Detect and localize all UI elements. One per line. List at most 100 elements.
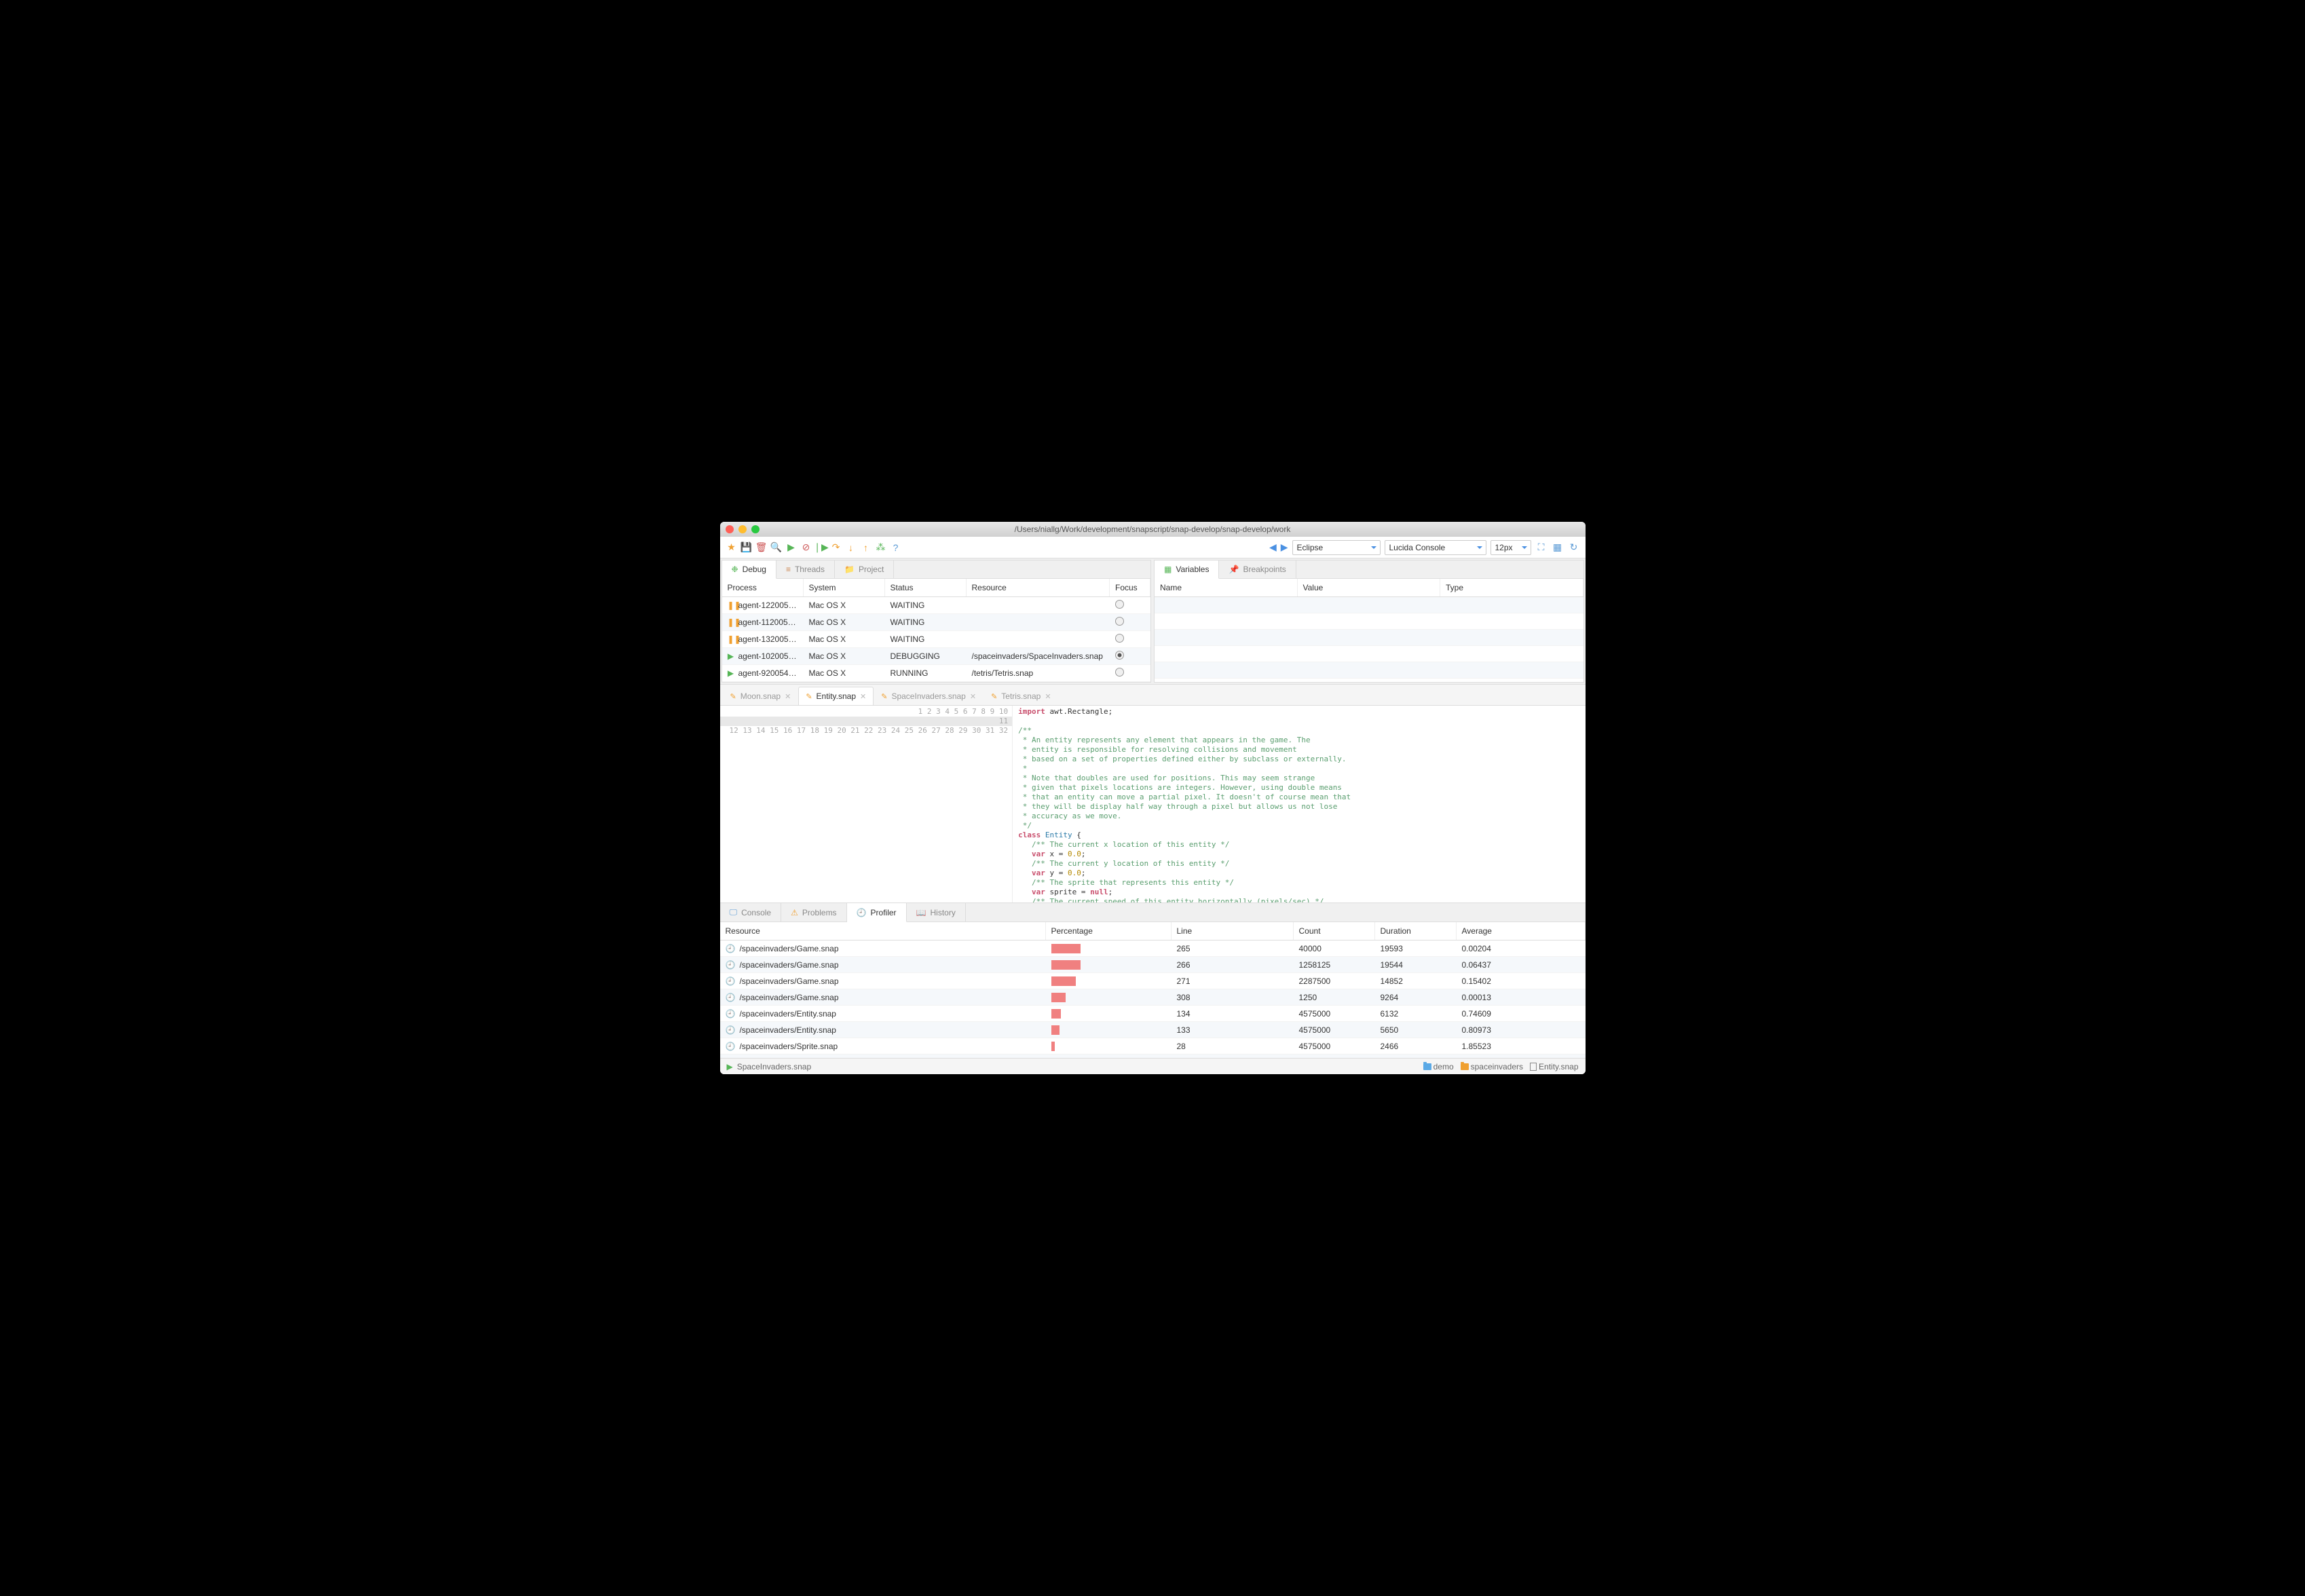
- tab-variables[interactable]: ▦Variables: [1155, 560, 1219, 579]
- status-bar: ▶ SpaceInvaders.snap demo spaceinvaders En…: [720, 1058, 1586, 1074]
- help-icon[interactable]: ?: [890, 542, 902, 554]
- percentage-bar: [1051, 1009, 1061, 1019]
- clock-icon: 🕘: [857, 908, 867, 917]
- tab-history[interactable]: 📖History: [907, 903, 966, 922]
- close-tab-icon[interactable]: ✕: [970, 692, 976, 701]
- profiler-row[interactable]: 🕘/spaceinvaders/Sprite.snap2845750002466…: [720, 1038, 1586, 1054]
- run-status-icon: ▶: [727, 1062, 733, 1071]
- process-row[interactable]: ❚❚agent-1220054427Mac OS XWAITING: [722, 597, 1151, 614]
- step-out-icon[interactable]: ↑: [860, 542, 872, 554]
- close-tab-icon[interactable]: ✕: [785, 692, 791, 701]
- col-name[interactable]: Name: [1155, 579, 1298, 596]
- col-type[interactable]: Type: [1440, 579, 1583, 596]
- window-title: /Users/niallg/Work/development/snapscrip…: [720, 525, 1586, 534]
- console-icon: 🖵: [730, 907, 738, 917]
- search-icon[interactable]: 🔍: [770, 542, 783, 554]
- focus-radio[interactable]: [1115, 600, 1124, 609]
- close-tab-icon[interactable]: ✕: [1045, 692, 1051, 701]
- profiler-row[interactable]: 🕘/spaceinvaders/Game.snap29962523730.000…: [720, 1054, 1586, 1058]
- next-arrow-icon[interactable]: ▶: [1281, 542, 1288, 553]
- delete-icon[interactable]: 🗑: [755, 542, 768, 554]
- profiler-row[interactable]: 🕘/spaceinvaders/Entity.snap1344575000613…: [720, 1006, 1586, 1022]
- code-area[interactable]: import awt.Rectangle; /** * An entity re…: [1013, 706, 1585, 902]
- warning-icon: ⚠: [791, 908, 798, 917]
- resume-icon[interactable]: ❘▶: [815, 542, 827, 554]
- focus-radio[interactable]: [1115, 668, 1124, 677]
- tab-problems[interactable]: ⚠Problems: [781, 903, 846, 922]
- main-toolbar: ★ 💾 🗑 🔍 ▶ ⊘ ❘▶ ↷ ↓ ↑ ⁂ ? ◀ ▶ Eclipse Luc…: [720, 537, 1586, 558]
- save-icon[interactable]: 💾: [741, 542, 753, 554]
- tab-project[interactable]: 📁Project: [835, 560, 894, 578]
- refresh-icon[interactable]: ↻: [1568, 542, 1580, 554]
- tab-profiler[interactable]: 🕘Profiler: [847, 903, 907, 922]
- percentage-bar: [1051, 960, 1081, 970]
- theme-select[interactable]: Eclipse: [1292, 540, 1381, 555]
- titlebar: /Users/niallg/Work/development/snapscrip…: [720, 522, 1586, 537]
- focus-radio[interactable]: [1115, 651, 1124, 660]
- table-row: [1155, 662, 1583, 679]
- editor-tabs: ✎Moon.snap✕✎Entity.snap✕✎SpaceInvaders.s…: [720, 684, 1586, 706]
- evaluate-icon[interactable]: ⁂: [875, 542, 887, 554]
- profiler-row[interactable]: 🕘/spaceinvaders/Game.snap308125092640.00…: [720, 989, 1586, 1006]
- clock-icon: 🕘: [726, 993, 736, 1002]
- expand-icon[interactable]: ⛶: [1535, 542, 1548, 554]
- col-value[interactable]: Value: [1298, 579, 1441, 596]
- process-row[interactable]: ❚❚agent-1120054325Mac OS XWAITING: [722, 614, 1151, 631]
- col-status[interactable]: Status: [885, 579, 967, 596]
- col-p-percentage[interactable]: Percentage: [1046, 922, 1172, 940]
- focus-radio[interactable]: [1115, 617, 1124, 626]
- prev-arrow-icon[interactable]: ◀: [1269, 542, 1277, 553]
- clock-icon: 🕘: [726, 944, 736, 953]
- col-p-duration[interactable]: Duration: [1375, 922, 1457, 940]
- process-row[interactable]: ▶agent-920054130Mac OS XRUNNING/tetris/T…: [722, 665, 1151, 682]
- breadcrumb-item[interactable]: demo: [1423, 1062, 1454, 1071]
- process-table: Process System Status Resource Focus ❚❚a…: [722, 579, 1151, 682]
- editor-tab[interactable]: ✎Moon.snap✕: [723, 687, 799, 705]
- breakpoint-icon: 📌: [1229, 565, 1239, 574]
- font-select[interactable]: Lucida Console: [1385, 540, 1486, 555]
- tab-debug[interactable]: ❉Debug: [722, 560, 776, 579]
- col-p-count[interactable]: Count: [1294, 922, 1375, 940]
- col-p-line[interactable]: Line: [1172, 922, 1294, 940]
- col-process[interactable]: Process: [722, 579, 804, 596]
- percentage-bar: [1051, 1042, 1055, 1051]
- process-row[interactable]: ❚❚agent-1320054659Mac OS XWAITING: [722, 631, 1151, 648]
- star-icon[interactable]: ★: [726, 542, 738, 554]
- tab-console[interactable]: 🖵Console: [720, 903, 782, 922]
- breadcrumb-item[interactable]: Entity.snap: [1530, 1062, 1578, 1071]
- step-over-icon[interactable]: ↷: [830, 542, 842, 554]
- editor-tab[interactable]: ✎Entity.snap✕: [798, 687, 874, 705]
- col-p-resource[interactable]: Resource: [720, 922, 1046, 940]
- step-into-icon[interactable]: ↓: [845, 542, 857, 554]
- layout-icon[interactable]: ▦: [1552, 542, 1564, 554]
- code-editor[interactable]: 1 2 3 4 5 6 7 8 9 10 11 12 13 14 15 16 1…: [720, 706, 1586, 902]
- threads-icon: ≡: [786, 565, 791, 574]
- percentage-bar: [1051, 944, 1081, 953]
- pencil-icon: ✎: [991, 692, 997, 701]
- tab-threads[interactable]: ≡Threads: [776, 560, 835, 578]
- editor-tab[interactable]: ✎Tetris.snap✕: [983, 687, 1058, 705]
- editor-tab[interactable]: ✎SpaceInvaders.snap✕: [874, 687, 983, 705]
- fontsize-select[interactable]: 12px: [1491, 540, 1531, 555]
- close-tab-icon[interactable]: ✕: [860, 692, 866, 701]
- clock-icon: 🕘: [726, 1025, 736, 1035]
- variables-icon: ▦: [1164, 565, 1172, 574]
- tab-breakpoints[interactable]: 📌Breakpoints: [1219, 560, 1296, 578]
- variables-table-header: Name Value Type: [1155, 579, 1583, 597]
- col-system[interactable]: System: [804, 579, 885, 596]
- col-p-average[interactable]: Average: [1457, 922, 1586, 940]
- focus-radio[interactable]: [1115, 634, 1124, 643]
- col-resource[interactable]: Resource: [967, 579, 1110, 596]
- status-file: SpaceInvaders.snap: [737, 1062, 811, 1071]
- profiler-row[interactable]: 🕘/spaceinvaders/Game.snap266125812519544…: [720, 957, 1586, 973]
- breadcrumb-item[interactable]: spaceinvaders: [1461, 1062, 1523, 1071]
- folder-icon: [1461, 1063, 1469, 1070]
- run-icon[interactable]: ▶: [785, 542, 798, 554]
- col-focus[interactable]: Focus: [1110, 579, 1150, 596]
- process-row[interactable]: ▶agent-1020054257Mac OS XDEBUGGING/space…: [722, 648, 1151, 665]
- profiler-row[interactable]: 🕘/spaceinvaders/Game.snap26540000195930.…: [720, 940, 1586, 957]
- stop-icon[interactable]: ⊘: [800, 542, 812, 554]
- profiler-row[interactable]: 🕘/spaceinvaders/Entity.snap1334575000565…: [720, 1022, 1586, 1038]
- profiler-row[interactable]: 🕘/spaceinvaders/Game.snap271228750014852…: [720, 973, 1586, 989]
- pencil-icon: ✎: [730, 692, 736, 701]
